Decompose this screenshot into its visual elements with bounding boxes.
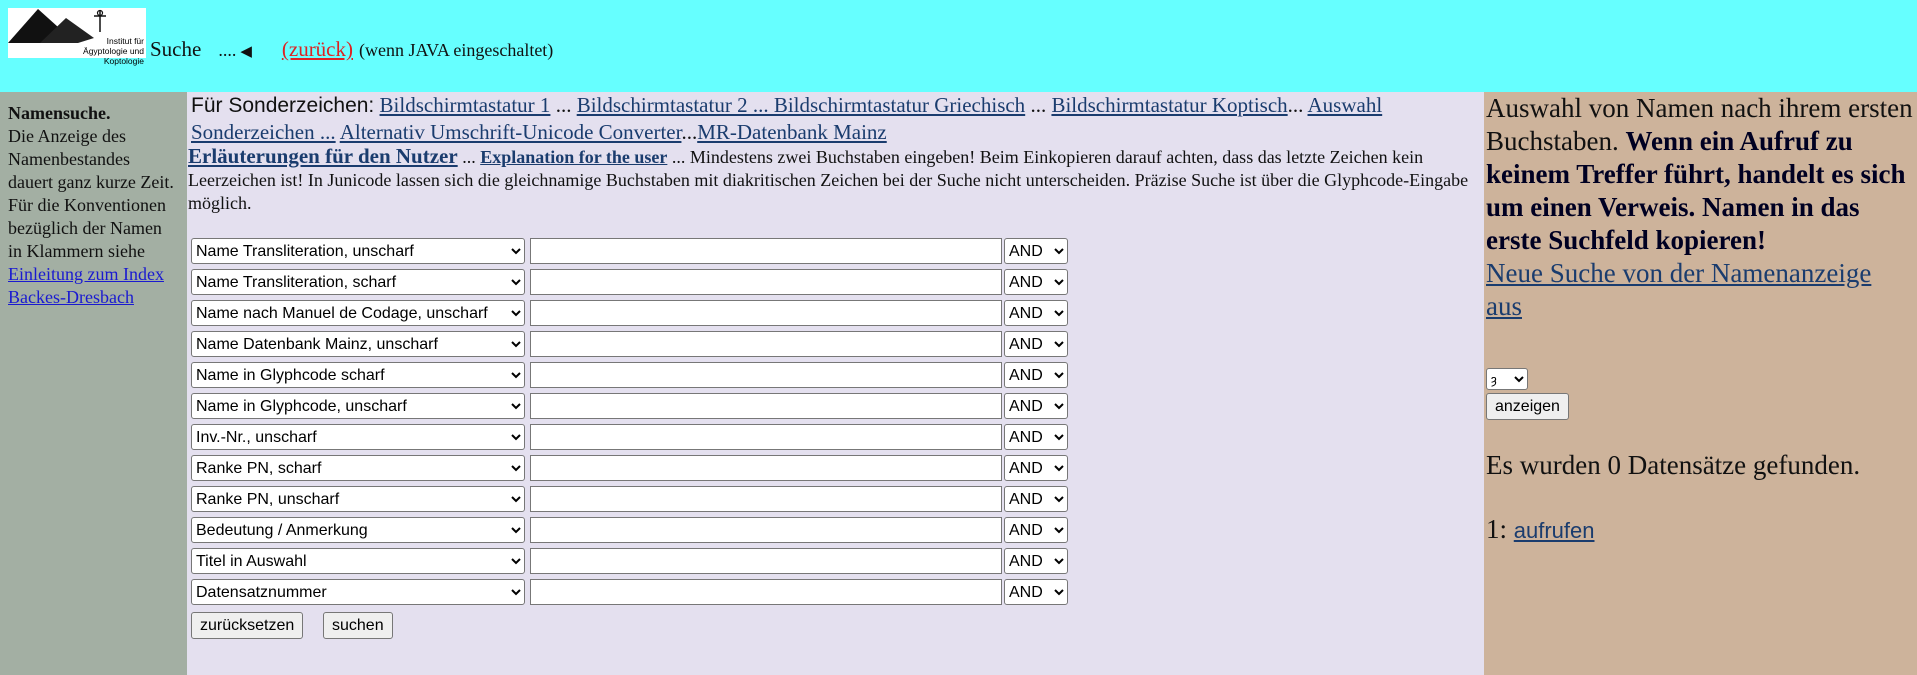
sidebar-text-conventions: Für die Konventionen bezüglich der Namen…: [8, 195, 166, 261]
operator-select[interactable]: AND: [1004, 548, 1068, 574]
mr-database-mainz-link[interactable]: MR-Datenbank Mainz: [697, 120, 887, 144]
keyboard-coptic-link[interactable]: Bildschirmtastatur Koptisch: [1051, 93, 1287, 117]
separator: ...: [1287, 93, 1304, 117]
result-number: 1:: [1486, 514, 1508, 544]
special-characters-links: Für Sonderzeichen: Bildschirmtastatur 1 …: [191, 92, 1471, 145]
operator-select[interactable]: AND: [1004, 362, 1068, 388]
operator-select[interactable]: AND: [1004, 424, 1068, 450]
search-field-select[interactable]: Name Datenbank Mainz, unscharf: [191, 331, 525, 357]
separator: ...: [462, 147, 476, 167]
search-field-select[interactable]: Name in Glyphcode, unscharf: [191, 393, 525, 419]
search-field-select[interactable]: Name Transliteration, scharf: [191, 269, 525, 295]
search-value-input[interactable]: [530, 517, 1002, 543]
keyboard-2-greek-link[interactable]: Bildschirmtastatur 2 ... Bildschirmtasta…: [577, 93, 1026, 117]
separator: ...: [681, 120, 698, 144]
unicode-converter-link[interactable]: Alternativ Umschrift-Unicode Converter: [340, 120, 682, 144]
search-field-select[interactable]: Ranke PN, unscharf: [191, 486, 525, 512]
new-search-link[interactable]: Neue Suche von der Namenanzeige aus: [1486, 258, 1871, 321]
search-value-input[interactable]: [530, 362, 1002, 388]
dots-separator: ....: [218, 40, 237, 60]
results-count: Es wurden 0 Datensätze gefunden.: [1486, 450, 1861, 480]
search-field-select[interactable]: Titel in Auswahl: [191, 548, 525, 574]
operator-select[interactable]: AND: [1004, 238, 1068, 264]
operator-select[interactable]: AND: [1004, 300, 1068, 326]
user-information: Erläuterungen für den Nutzer ... Explana…: [188, 145, 1478, 215]
search-field-select[interactable]: Inv.-Nr., unscharf: [191, 424, 525, 450]
user-explanation-link[interactable]: Erläuterungen für den Nutzer: [188, 144, 458, 168]
operator-select[interactable]: AND: [1004, 579, 1068, 605]
back-link[interactable]: (zurück): [282, 37, 353, 62]
separator: ...: [555, 93, 572, 117]
search-field-select[interactable]: Name Transliteration, unscharf: [191, 238, 525, 264]
search-field-select[interactable]: Ranke PN, scharf: [191, 455, 525, 481]
search-button[interactable]: suchen: [323, 612, 393, 639]
top-navigation: Suche .... ◀ (zurück) (wenn JAVA eingesc…: [150, 37, 553, 62]
search-value-input[interactable]: [530, 548, 1002, 574]
search-value-input[interactable]: [530, 579, 1002, 605]
search-field-select[interactable]: Datensatznummer: [191, 579, 525, 605]
result-item: 1: aufrufen: [1486, 514, 1595, 545]
operator-select[interactable]: AND: [1004, 486, 1068, 512]
explanation-english-link[interactable]: Explanation for the user: [480, 147, 667, 167]
operator-select[interactable]: AND: [1004, 331, 1068, 357]
separator: ...: [1030, 93, 1047, 117]
operator-select[interactable]: AND: [1004, 455, 1068, 481]
sidebar-heading: Namensuche.: [8, 103, 111, 123]
sidebar-text-display: Die Anzeige des Namenbestandes dauert ga…: [8, 126, 174, 192]
show-button[interactable]: anzeigen: [1486, 393, 1569, 420]
operator-select[interactable]: AND: [1004, 517, 1068, 543]
search-form-area: Für Sonderzeichen: Bildschirmtastatur 1 …: [187, 92, 1484, 675]
institute-logo: Institut für Ägyptologie und Koptologie: [8, 8, 146, 66]
back-arrow-icon[interactable]: ◀: [240, 42, 252, 60]
header-bar: Institut für Ägyptologie und Koptologie …: [0, 0, 1917, 92]
introduction-index-link[interactable]: Einleitung zum Index Backes-Dresbach: [8, 264, 164, 307]
search-value-input[interactable]: [530, 331, 1002, 357]
keyboard-1-link[interactable]: Bildschirmtastatur 1: [380, 93, 551, 117]
sidebar: Namensuche. Die Anzeige des Namenbestand…: [0, 92, 187, 675]
operator-select[interactable]: AND: [1004, 269, 1068, 295]
first-letter-select[interactable]: ȝ: [1486, 368, 1528, 390]
operator-select[interactable]: AND: [1004, 393, 1068, 419]
letter-selection-text: Auswahl von Namen nach ihrem ersten Buch…: [1486, 92, 1914, 323]
open-result-link[interactable]: aufrufen: [1514, 518, 1595, 543]
search-value-input[interactable]: [530, 269, 1002, 295]
java-hint: (wenn JAVA eingeschaltet): [359, 40, 554, 60]
search-field-select[interactable]: Bedeutung / Anmerkung: [191, 517, 525, 543]
search-field-select[interactable]: Name in Glyphcode scharf: [191, 362, 525, 388]
search-value-input[interactable]: [530, 238, 1002, 264]
reset-button[interactable]: zurücksetzen: [191, 612, 304, 639]
search-value-input[interactable]: [530, 486, 1002, 512]
search-value-input[interactable]: [530, 424, 1002, 450]
page-title: Suche: [150, 37, 202, 61]
search-value-input[interactable]: [530, 393, 1002, 419]
special-chars-label: Für Sonderzeichen:: [191, 94, 375, 117]
search-value-input[interactable]: [530, 455, 1002, 481]
letter-selection-panel: Auswahl von Namen nach ihrem ersten Buch…: [1484, 92, 1917, 675]
logo-text: Institut für Ägyptologie und Koptologie: [83, 36, 144, 66]
search-field-select[interactable]: Name nach Manuel de Codage, unscharf: [191, 300, 525, 326]
search-value-input[interactable]: [530, 300, 1002, 326]
